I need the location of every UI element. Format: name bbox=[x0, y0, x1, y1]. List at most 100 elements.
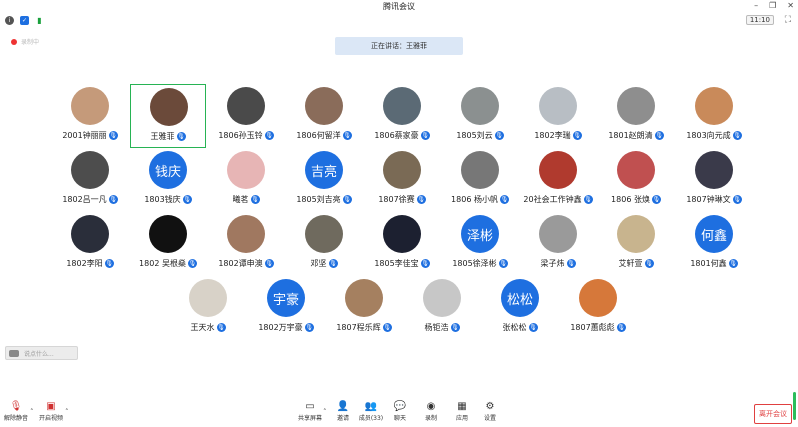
participant-tile[interactable]: 泽彬 1805徐泽彬 🎙 bbox=[442, 212, 518, 276]
avatar bbox=[461, 151, 499, 189]
apps-icon: ▦ bbox=[457, 401, 467, 412]
participant-name: 1807程乐辉 bbox=[336, 323, 381, 332]
participant-name: 1803向元成 bbox=[686, 131, 731, 140]
window-controls: – ❐ ✕ bbox=[754, 1, 794, 10]
participant-tile[interactable]: 1806孙玉铃 🎙 bbox=[208, 84, 284, 148]
mic-status-icon: 🎙 bbox=[583, 195, 593, 204]
participant-tile[interactable]: 1802李阳 🎙 bbox=[52, 212, 128, 276]
chat-bubble-icon bbox=[9, 349, 19, 357]
leave-meeting-button[interactable]: 离开会议 bbox=[754, 404, 792, 424]
participant-name-row: 梁子炜 🎙 bbox=[520, 258, 596, 269]
participant-name-row: 1801赵朗清 🎙 bbox=[598, 130, 674, 141]
participant-tile[interactable]: 1802吕一凡 🎙 bbox=[52, 148, 128, 212]
participant-name: 2001钟丽丽 bbox=[62, 131, 107, 140]
shield-icon[interactable]: ✓ bbox=[20, 16, 29, 25]
settings-button[interactable]: ⚙ 设置 bbox=[475, 401, 505, 422]
share-screen-button[interactable]: ▭ 共享屏幕 bbox=[295, 401, 325, 422]
participant-name: 1807钟琳文 bbox=[686, 195, 731, 204]
participant-tile[interactable]: 杨钜浩 🎙 bbox=[404, 276, 480, 340]
participant-tile[interactable]: 何鑫 1801何鑫 🎙 bbox=[676, 212, 752, 276]
participant-tile[interactable]: 松松 张松松 🎙 bbox=[482, 276, 558, 340]
mic-status-icon: 🎙 bbox=[182, 195, 192, 204]
info-icon[interactable]: i bbox=[5, 16, 14, 25]
minimize-icon[interactable]: – bbox=[754, 1, 758, 10]
participant-tile[interactable]: 1805李佳宝 🎙 bbox=[364, 212, 440, 276]
meeting-topbar: i ✓ ▮ 11:10 ⛶ bbox=[0, 13, 798, 29]
participant-name-row: 王雅菲 🎙 bbox=[131, 131, 205, 142]
participant-tile[interactable]: 1807钟琳文 🎙 bbox=[676, 148, 752, 212]
avatar bbox=[539, 215, 577, 253]
participant-name-row: 1806孙玉铃 🎙 bbox=[208, 130, 284, 141]
share-options-caret-icon[interactable]: ˄ bbox=[323, 408, 327, 416]
participant-tile[interactable]: 1807徐赛 🎙 bbox=[364, 148, 440, 212]
participant-tile[interactable]: 1802谭申澳 🎙 bbox=[208, 212, 284, 276]
participant-name: 1801何鑫 bbox=[690, 259, 727, 268]
members-button[interactable]: 👥 成员(33) bbox=[356, 401, 386, 422]
apps-button[interactable]: ▦ 应用 bbox=[447, 401, 477, 422]
mic-status-icon: 🎙 bbox=[616, 323, 626, 332]
participant-name-row: 1801何鑫 🎙 bbox=[676, 258, 752, 269]
avatar: 泽彬 bbox=[461, 215, 499, 253]
start-video-label: 开启视频 bbox=[38, 415, 63, 422]
participant-tile[interactable]: 钱庆 1803钱庆 🎙 bbox=[130, 148, 206, 212]
participant-tile[interactable]: 艾轩萱 🎙 bbox=[598, 212, 674, 276]
avatar bbox=[617, 87, 655, 125]
participant-tile[interactable]: 梁子炜 🎙 bbox=[520, 212, 596, 276]
participant-tile[interactable]: 1806何留洋 🎙 bbox=[286, 84, 362, 148]
restore-icon[interactable]: ❐ bbox=[769, 1, 776, 10]
participant-tile[interactable]: 20社会工作钟鑫 🎙 bbox=[520, 148, 596, 212]
participant-tile[interactable]: 吉亮 1805刘吉亮 🎙 bbox=[286, 148, 362, 212]
participant-tile[interactable]: 1806 张焕 🎙 bbox=[598, 148, 674, 212]
participant-tile[interactable]: 2001钟丽丽 🎙 bbox=[52, 84, 128, 148]
participant-tile[interactable]: 曦茗 🎙 bbox=[208, 148, 284, 212]
participant-tile[interactable]: 1807程乐辉 🎙 bbox=[326, 276, 402, 340]
screen-share-icon: ▭ bbox=[305, 401, 315, 412]
participant-tile[interactable]: 宇豪 1802万宇豪 🎙 bbox=[248, 276, 324, 340]
members-icon: 👥 bbox=[364, 401, 378, 412]
participant-tile[interactable]: 1802 吴根燊 🎙 bbox=[130, 212, 206, 276]
avatar bbox=[539, 87, 577, 125]
avatar bbox=[695, 87, 733, 125]
avatar bbox=[461, 87, 499, 125]
mic-status-icon: 🎙 bbox=[104, 259, 114, 268]
participant-tile[interactable]: 1806蔡家豪 🎙 bbox=[364, 84, 440, 148]
settings-label: 设置 bbox=[483, 415, 496, 422]
participant-tile[interactable]: 王雅菲 🎙 bbox=[130, 84, 206, 148]
scrollbar[interactable] bbox=[793, 392, 796, 420]
record-button[interactable]: ◉ 录制 bbox=[416, 401, 446, 422]
mute-options-caret-icon[interactable]: ˄ bbox=[30, 408, 34, 416]
participant-tile[interactable]: 王天水 🎙 bbox=[170, 276, 246, 340]
recording-indicator: 录制中 bbox=[11, 37, 39, 46]
participant-tile[interactable]: 1805刘云 🎙 bbox=[442, 84, 518, 148]
participant-tile[interactable]: 1802李瑞 🎙 bbox=[520, 84, 596, 148]
participant-name-row: 1807程乐辉 🎙 bbox=[326, 322, 402, 333]
avatar: 钱庆 bbox=[149, 151, 187, 189]
record-label: 录制 bbox=[424, 415, 437, 422]
participant-tile[interactable]: 1807蕙彪彪 🎙 bbox=[560, 276, 636, 340]
participant-tile[interactable]: 邓坚 🎙 bbox=[286, 212, 362, 276]
participant-tile[interactable]: 1801赵朗清 🎙 bbox=[598, 84, 674, 148]
signal-icon[interactable]: ▮ bbox=[35, 16, 44, 25]
avatar bbox=[227, 87, 265, 125]
avatar bbox=[383, 215, 421, 253]
close-icon[interactable]: ✕ bbox=[787, 1, 794, 10]
avatar bbox=[695, 151, 733, 189]
chat-button[interactable]: 💬 聊天 bbox=[385, 401, 415, 422]
invite-button[interactable]: 👤 邀请 bbox=[328, 401, 358, 422]
avatar bbox=[149, 215, 187, 253]
start-video-button[interactable]: ▣ 开启视频 bbox=[36, 401, 66, 422]
participant-name: 1806孙玉铃 bbox=[218, 131, 263, 140]
unmute-button[interactable]: 🎙 解除静音 bbox=[1, 401, 31, 422]
participant-tile[interactable]: 1803向元成 🎙 bbox=[676, 84, 752, 148]
fullscreen-icon[interactable]: ⛶ bbox=[785, 15, 791, 25]
mic-status-icon: 🎙 bbox=[342, 195, 352, 204]
avatar bbox=[71, 215, 109, 253]
chat-input[interactable]: 说点什么... bbox=[5, 346, 78, 360]
avatar: 吉亮 bbox=[305, 151, 343, 189]
avatar bbox=[305, 215, 343, 253]
video-options-caret-icon[interactable]: ˄ bbox=[65, 408, 69, 416]
participant-name: 1807徐赛 bbox=[378, 195, 415, 204]
mic-status-icon: 🎙 bbox=[108, 195, 118, 204]
participant-tile[interactable]: 1806 杨小帆 🎙 bbox=[442, 148, 518, 212]
speaking-banner: 正在讲话：王雅菲 bbox=[335, 37, 463, 55]
